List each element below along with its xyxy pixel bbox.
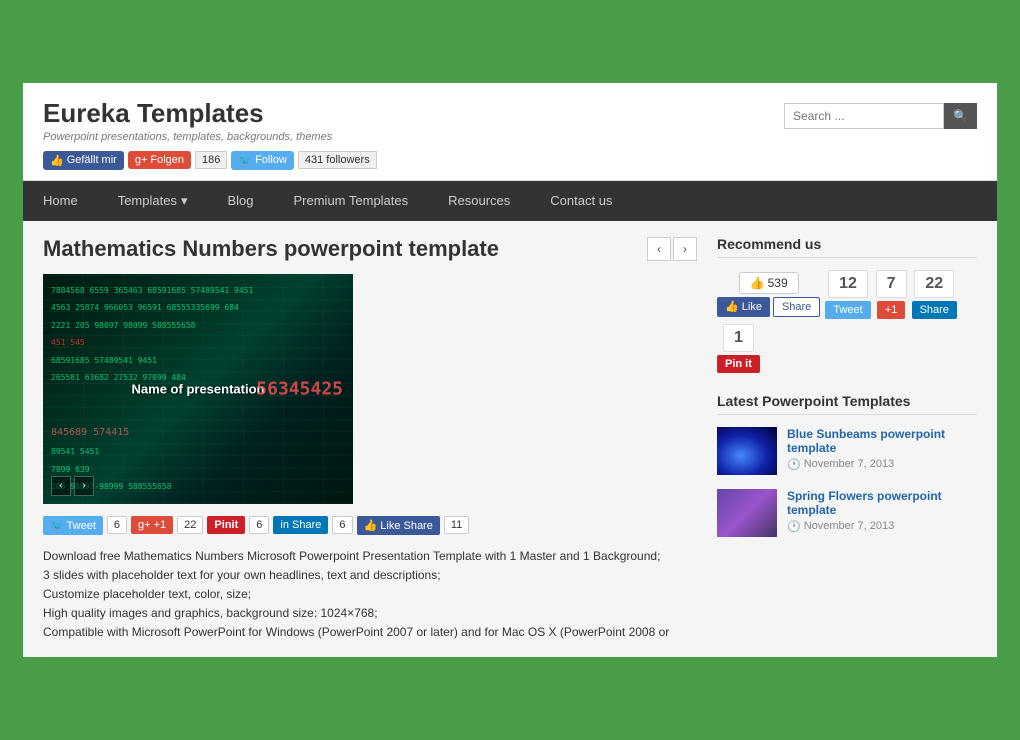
clock-icon: 🕐 <box>787 458 801 471</box>
gplus-icon: g+ <box>135 154 148 166</box>
latest-title: Latest Powerpoint Templates <box>717 393 977 415</box>
gplus-share-button[interactable]: g+ +1 <box>131 516 173 534</box>
fb-like-block: 👍 539 👍 Like Share <box>717 272 820 317</box>
nav-templates[interactable]: Templates ▾ <box>98 181 208 221</box>
main-layout: Mathematics Numbers powerpoint template … <box>23 221 997 658</box>
facebook-like-button[interactable]: 👍 Gefällt mir <box>43 151 124 170</box>
twitter-followers-count: 431 followers <box>298 151 377 169</box>
latest-info-2: Spring Flowers powerpoint template 🕐 Nov… <box>787 489 977 533</box>
recommend-title: Recommend us <box>717 236 977 258</box>
page-wrapper: Eureka Templates Powerpoint presentation… <box>20 80 1000 661</box>
template-preview-image: 7884568 6559 365463 68591685 57489541 94… <box>43 274 353 504</box>
image-controls: ‹ › <box>51 476 94 496</box>
gplus-count: 186 <box>195 151 227 169</box>
fb-share-button[interactable]: Share <box>773 297 820 317</box>
fb-count: 11 <box>444 516 469 534</box>
article-description: Download free Mathematics Numbers Micros… <box>43 547 697 643</box>
nav-home[interactable]: Home <box>23 181 98 220</box>
latest-section: Latest Powerpoint Templates Blue Sunbeam… <box>717 393 977 537</box>
list-item: Spring Flowers powerpoint template 🕐 Nov… <box>717 489 977 537</box>
sidebar: Recommend us 👍 539 👍 Like Share 12 <box>717 236 977 643</box>
navbar: Home Templates ▾ Blog Premium Templates … <box>23 181 997 221</box>
image-next-button[interactable]: › <box>74 476 94 496</box>
latest-item-date-2: 🕐 November 7, 2013 <box>787 520 977 533</box>
branding: Eureka Templates Powerpoint presentation… <box>43 98 377 170</box>
social-bar: 👍 Gefällt mir g+ Folgen 186 🐦 Follow 431… <box>43 151 377 170</box>
article-title-text: Mathematics Numbers powerpoint template <box>43 236 499 262</box>
latest-item-title-2[interactable]: Spring Flowers powerpoint template <box>787 489 977 517</box>
blue-sunbeams-thumbnail <box>717 427 777 475</box>
latest-item-date-1: 🕐 November 7, 2013 <box>787 458 977 471</box>
latest-thumb-2 <box>717 489 777 537</box>
fb-like-button[interactable]: 👍 Like <box>717 297 770 317</box>
template-center-text: Name of presentation <box>132 381 265 396</box>
spring-flowers-thumbnail <box>717 489 777 537</box>
fb-like-share-button[interactable]: 👍 Like Share <box>357 516 440 535</box>
pin-count-box: 1 Pin it <box>717 324 760 373</box>
fb-icon: 👍 <box>50 154 64 167</box>
recommend-section: Recommend us 👍 539 👍 Like Share 12 <box>717 236 977 373</box>
sidebar-tweet-button[interactable]: Tweet <box>825 301 870 319</box>
tweet-button[interactable]: 🐦 Tweet <box>43 516 103 535</box>
header-top: Eureka Templates Powerpoint presentation… <box>43 98 977 170</box>
tweet-count: 6 <box>107 516 127 534</box>
twitter-follow-button[interactable]: 🐦 Follow <box>231 151 294 170</box>
like-count-box: 👍 539 <box>739 272 799 294</box>
recommend-grid: 👍 539 👍 Like Share 12 Tweet 7 <box>717 270 977 373</box>
nav-contact[interactable]: Contact us <box>530 181 632 220</box>
latest-info-1: Blue Sunbeams powerpoint template 🕐 Nove… <box>787 427 977 471</box>
nav-premium-templates[interactable]: Premium Templates <box>274 181 429 220</box>
twitter-icon: 🐦 <box>238 154 252 167</box>
pinterest-button[interactable]: Pinit <box>207 516 245 534</box>
templates-chevron-icon: ▾ <box>181 193 188 209</box>
sidebar-pin-button[interactable]: Pin it <box>717 355 760 373</box>
latest-thumb-1 <box>717 427 777 475</box>
sidebar-linkedin-button[interactable]: Share <box>912 301 957 319</box>
article-header: Mathematics Numbers powerpoint template … <box>43 236 697 262</box>
search-button[interactable]: 🔍 <box>944 103 977 129</box>
gplus-follow-button[interactable]: g+ Folgen <box>128 151 191 169</box>
pinterest-count: 6 <box>249 516 269 534</box>
share-bar: 🐦 Tweet 6 g+ +1 22 Pinit 6 in Share 6 👍 … <box>43 516 697 535</box>
sidebar-gplus-button[interactable]: +1 <box>877 301 906 319</box>
content-area: Mathematics Numbers powerpoint template … <box>43 236 697 643</box>
thumbs-up-icon: 👍 <box>750 276 765 290</box>
header: Eureka Templates Powerpoint presentation… <box>23 83 997 181</box>
linkedin-count-box: 22 Share <box>912 270 957 319</box>
site-title: Eureka Templates <box>43 98 377 129</box>
gplus-count-box: 7 +1 <box>876 270 907 319</box>
nav-resources[interactable]: Resources <box>428 181 530 220</box>
prev-article-button[interactable]: ‹ <box>647 237 671 261</box>
nav-blog[interactable]: Blog <box>207 181 273 220</box>
next-article-button[interactable]: › <box>673 237 697 261</box>
clock-icon: 🕐 <box>787 520 801 533</box>
search-input[interactable] <box>784 103 944 129</box>
search-box: 🔍 <box>784 103 977 129</box>
linkedin-button[interactable]: in Share <box>273 516 328 534</box>
image-prev-button[interactable]: ‹ <box>51 476 71 496</box>
number-overlay: 56345425 <box>256 378 343 399</box>
linkedin-count: 6 <box>332 516 352 534</box>
list-item: Blue Sunbeams powerpoint template 🕐 Nove… <box>717 427 977 475</box>
tweet-count-box: 12 Tweet <box>825 270 870 319</box>
nav-arrows: ‹ › <box>647 237 697 261</box>
latest-item-title-1[interactable]: Blue Sunbeams powerpoint template <box>787 427 977 455</box>
gplus-share-count: 22 <box>177 516 203 534</box>
site-subtitle: Powerpoint presentations, templates, bac… <box>43 131 377 143</box>
